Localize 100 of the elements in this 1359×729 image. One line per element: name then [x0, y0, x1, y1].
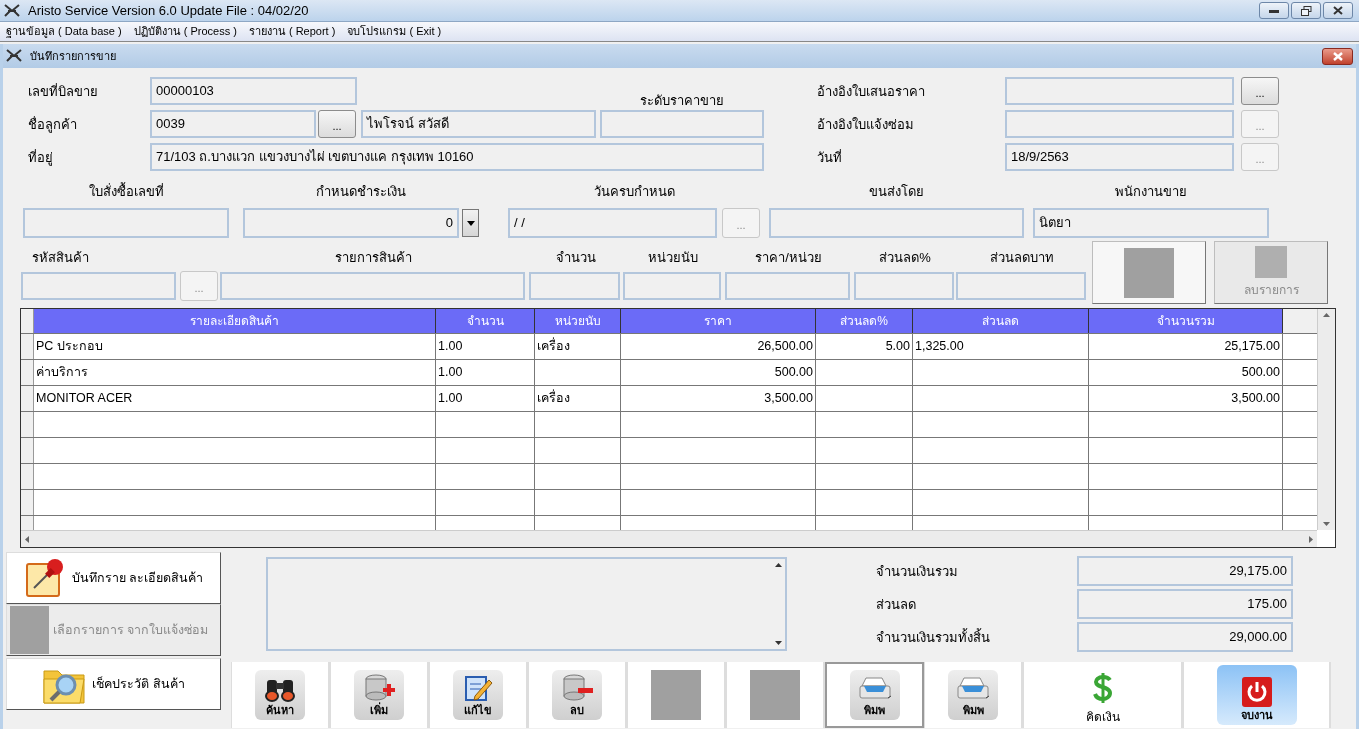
input-field[interactable] — [956, 272, 1086, 300]
table-cell-text: 1,325.00 — [915, 338, 964, 356]
toolbar-button[interactable]: ลบ — [528, 662, 627, 728]
menu-item[interactable]: รายงาน ( Report ) — [248, 23, 336, 40]
field-label: จำนวน — [555, 250, 596, 265]
menu-item[interactable]: ปฏิบัติงาน ( Process ) — [133, 23, 237, 40]
table-cell-text: ค่าบริการ — [36, 364, 88, 382]
field-label: ส่วนลด — [876, 597, 916, 612]
input-field[interactable]: / / — [508, 208, 717, 238]
field-label: อ้างอิงใบเสนอราคา — [817, 84, 925, 99]
notes-field[interactable] — [266, 557, 787, 651]
close-button[interactable] — [1322, 47, 1353, 65]
form-title: บันทึกรายการขาย — [30, 48, 116, 64]
column-header[interactable]: รายละเอียดสินค้า — [34, 309, 436, 333]
table-cell-text: 1.00 — [438, 364, 463, 382]
row-header — [21, 309, 34, 333]
field-label: ที่อยู่ — [28, 150, 53, 165]
horizontal-scrollbar[interactable] — [21, 530, 1317, 547]
row-header — [21, 412, 34, 437]
caret-icon — [466, 220, 475, 226]
input-field[interactable] — [529, 272, 620, 300]
header-filler — [1283, 309, 1317, 333]
field-label: วันครบกำหนด — [593, 184, 675, 199]
input-field[interactable]: 0039 — [150, 110, 316, 138]
input-field[interactable] — [769, 208, 1024, 238]
table-cell-text: 25,175.00 — [1224, 338, 1280, 356]
table-cell: เครื่อง — [537, 389, 570, 408]
side-button[interactable]: เช็คประวัติ สินค้า — [6, 658, 221, 710]
row-header — [21, 360, 34, 385]
input-field[interactable] — [220, 272, 525, 300]
input-field[interactable] — [854, 272, 954, 300]
toolbar-button[interactable]: พิมพ — [825, 662, 924, 728]
field-label: หน่วยนับ — [648, 250, 698, 265]
table-cell-text: 3,500.00 — [764, 390, 813, 408]
browse-button[interactable]: ... — [318, 110, 356, 138]
field-label: รายการสินค้า — [335, 250, 412, 265]
input-field[interactable]: 71/103 ถ.บางแวก แขวงบางไผ่ เขตบางแค กรุงเทพ 10160 — [150, 143, 764, 171]
toolbar-button[interactable] — [627, 662, 726, 728]
toolbar-button[interactable]: แก้ไข — [429, 662, 528, 728]
field-label: ใบสั่งซื้อเลขที่ — [88, 184, 164, 199]
column-header[interactable]: ราคา — [621, 309, 816, 333]
field-label: กำหนดชำระเงิน — [316, 184, 406, 199]
input-field[interactable]: 18/9/2563 — [1005, 143, 1234, 171]
blank-image-icon — [750, 670, 800, 720]
image-button[interactable] — [1092, 241, 1206, 304]
row-header — [21, 334, 34, 359]
side-button[interactable]: บันทึกราย ละเอียดสินค้า — [6, 552, 221, 604]
toolbar-button[interactable]: จบงาน — [1183, 662, 1331, 728]
input-field[interactable] — [1005, 77, 1234, 105]
table-cell-text: 1.00 — [438, 390, 463, 408]
field-label: ขนส่งโดย — [869, 184, 924, 199]
scroll-down-icon — [1323, 522, 1330, 526]
field-label: พนักงานขาย — [1115, 184, 1187, 199]
blank-image-icon — [1255, 246, 1287, 278]
input-field[interactable] — [23, 208, 229, 238]
input-field[interactable] — [1005, 110, 1234, 138]
total-field: 29,000.00 — [1077, 622, 1293, 652]
scroll-left-icon — [25, 535, 29, 543]
row-header — [21, 386, 34, 411]
toolbar-button[interactable] — [726, 662, 825, 728]
toolbar-button[interactable]: เพิ่ม — [330, 662, 429, 728]
scroll-down-icon — [774, 641, 782, 645]
input-field[interactable] — [600, 110, 764, 138]
app-icon — [4, 3, 20, 18]
column-header[interactable]: ส่วนลด — [913, 309, 1089, 333]
toolbar-button[interactable]: พิมพ — [924, 662, 1023, 728]
dropdown-button[interactable] — [462, 209, 479, 237]
row-header — [21, 438, 34, 463]
column-header[interactable]: หน่วยนับ — [535, 309, 621, 333]
table-cell-text: 1.00 — [438, 338, 463, 356]
field-label: จำนวนเงินรวมทั้งสิ้น — [876, 630, 990, 645]
input-field[interactable]: ไพโรจน์ สวัสดี — [361, 110, 596, 138]
table-cell-text: 500.00 — [774, 364, 813, 382]
menu-item[interactable]: ฐานข้อมูล ( Data base ) — [6, 23, 122, 40]
field-label: ส่วนลดบาท — [990, 250, 1054, 265]
blank-image-icon — [1124, 247, 1174, 298]
column-header[interactable]: จำนวน — [436, 309, 535, 333]
browse-button[interactable]: ... — [1241, 77, 1279, 105]
minimize-button[interactable] — [1259, 2, 1289, 19]
power-icon — [1241, 676, 1272, 707]
table-cell-text: 500.00 — [1241, 364, 1280, 382]
column-header[interactable]: จำนวนรวม — [1089, 309, 1283, 333]
menu-item[interactable]: จบโปรแกรม ( Exit ) — [347, 23, 442, 40]
printer-icon — [857, 675, 892, 702]
toolbar-button[interactable]: คิดเงิน — [1023, 662, 1183, 728]
scroll-up-icon — [774, 563, 782, 567]
input-field[interactable]: 00000103 — [150, 77, 357, 105]
toolbar-button[interactable]: ค้นหา — [231, 662, 330, 728]
field-label: ชื่อลูกค้า — [28, 117, 77, 132]
column-header[interactable]: ส่วนลด% — [816, 309, 913, 333]
input-field[interactable] — [725, 272, 850, 300]
close-button[interactable] — [1323, 2, 1353, 19]
field-label: ราคา/หน่วย — [755, 250, 822, 265]
input-field[interactable]: 0 — [243, 208, 459, 238]
restore-button[interactable] — [1291, 2, 1321, 19]
close-icon — [1332, 51, 1343, 61]
input-field[interactable] — [21, 272, 176, 300]
vertical-scrollbar[interactable] — [1317, 309, 1335, 530]
input-field[interactable]: นิตยา — [1033, 208, 1269, 238]
input-field[interactable] — [623, 272, 721, 300]
